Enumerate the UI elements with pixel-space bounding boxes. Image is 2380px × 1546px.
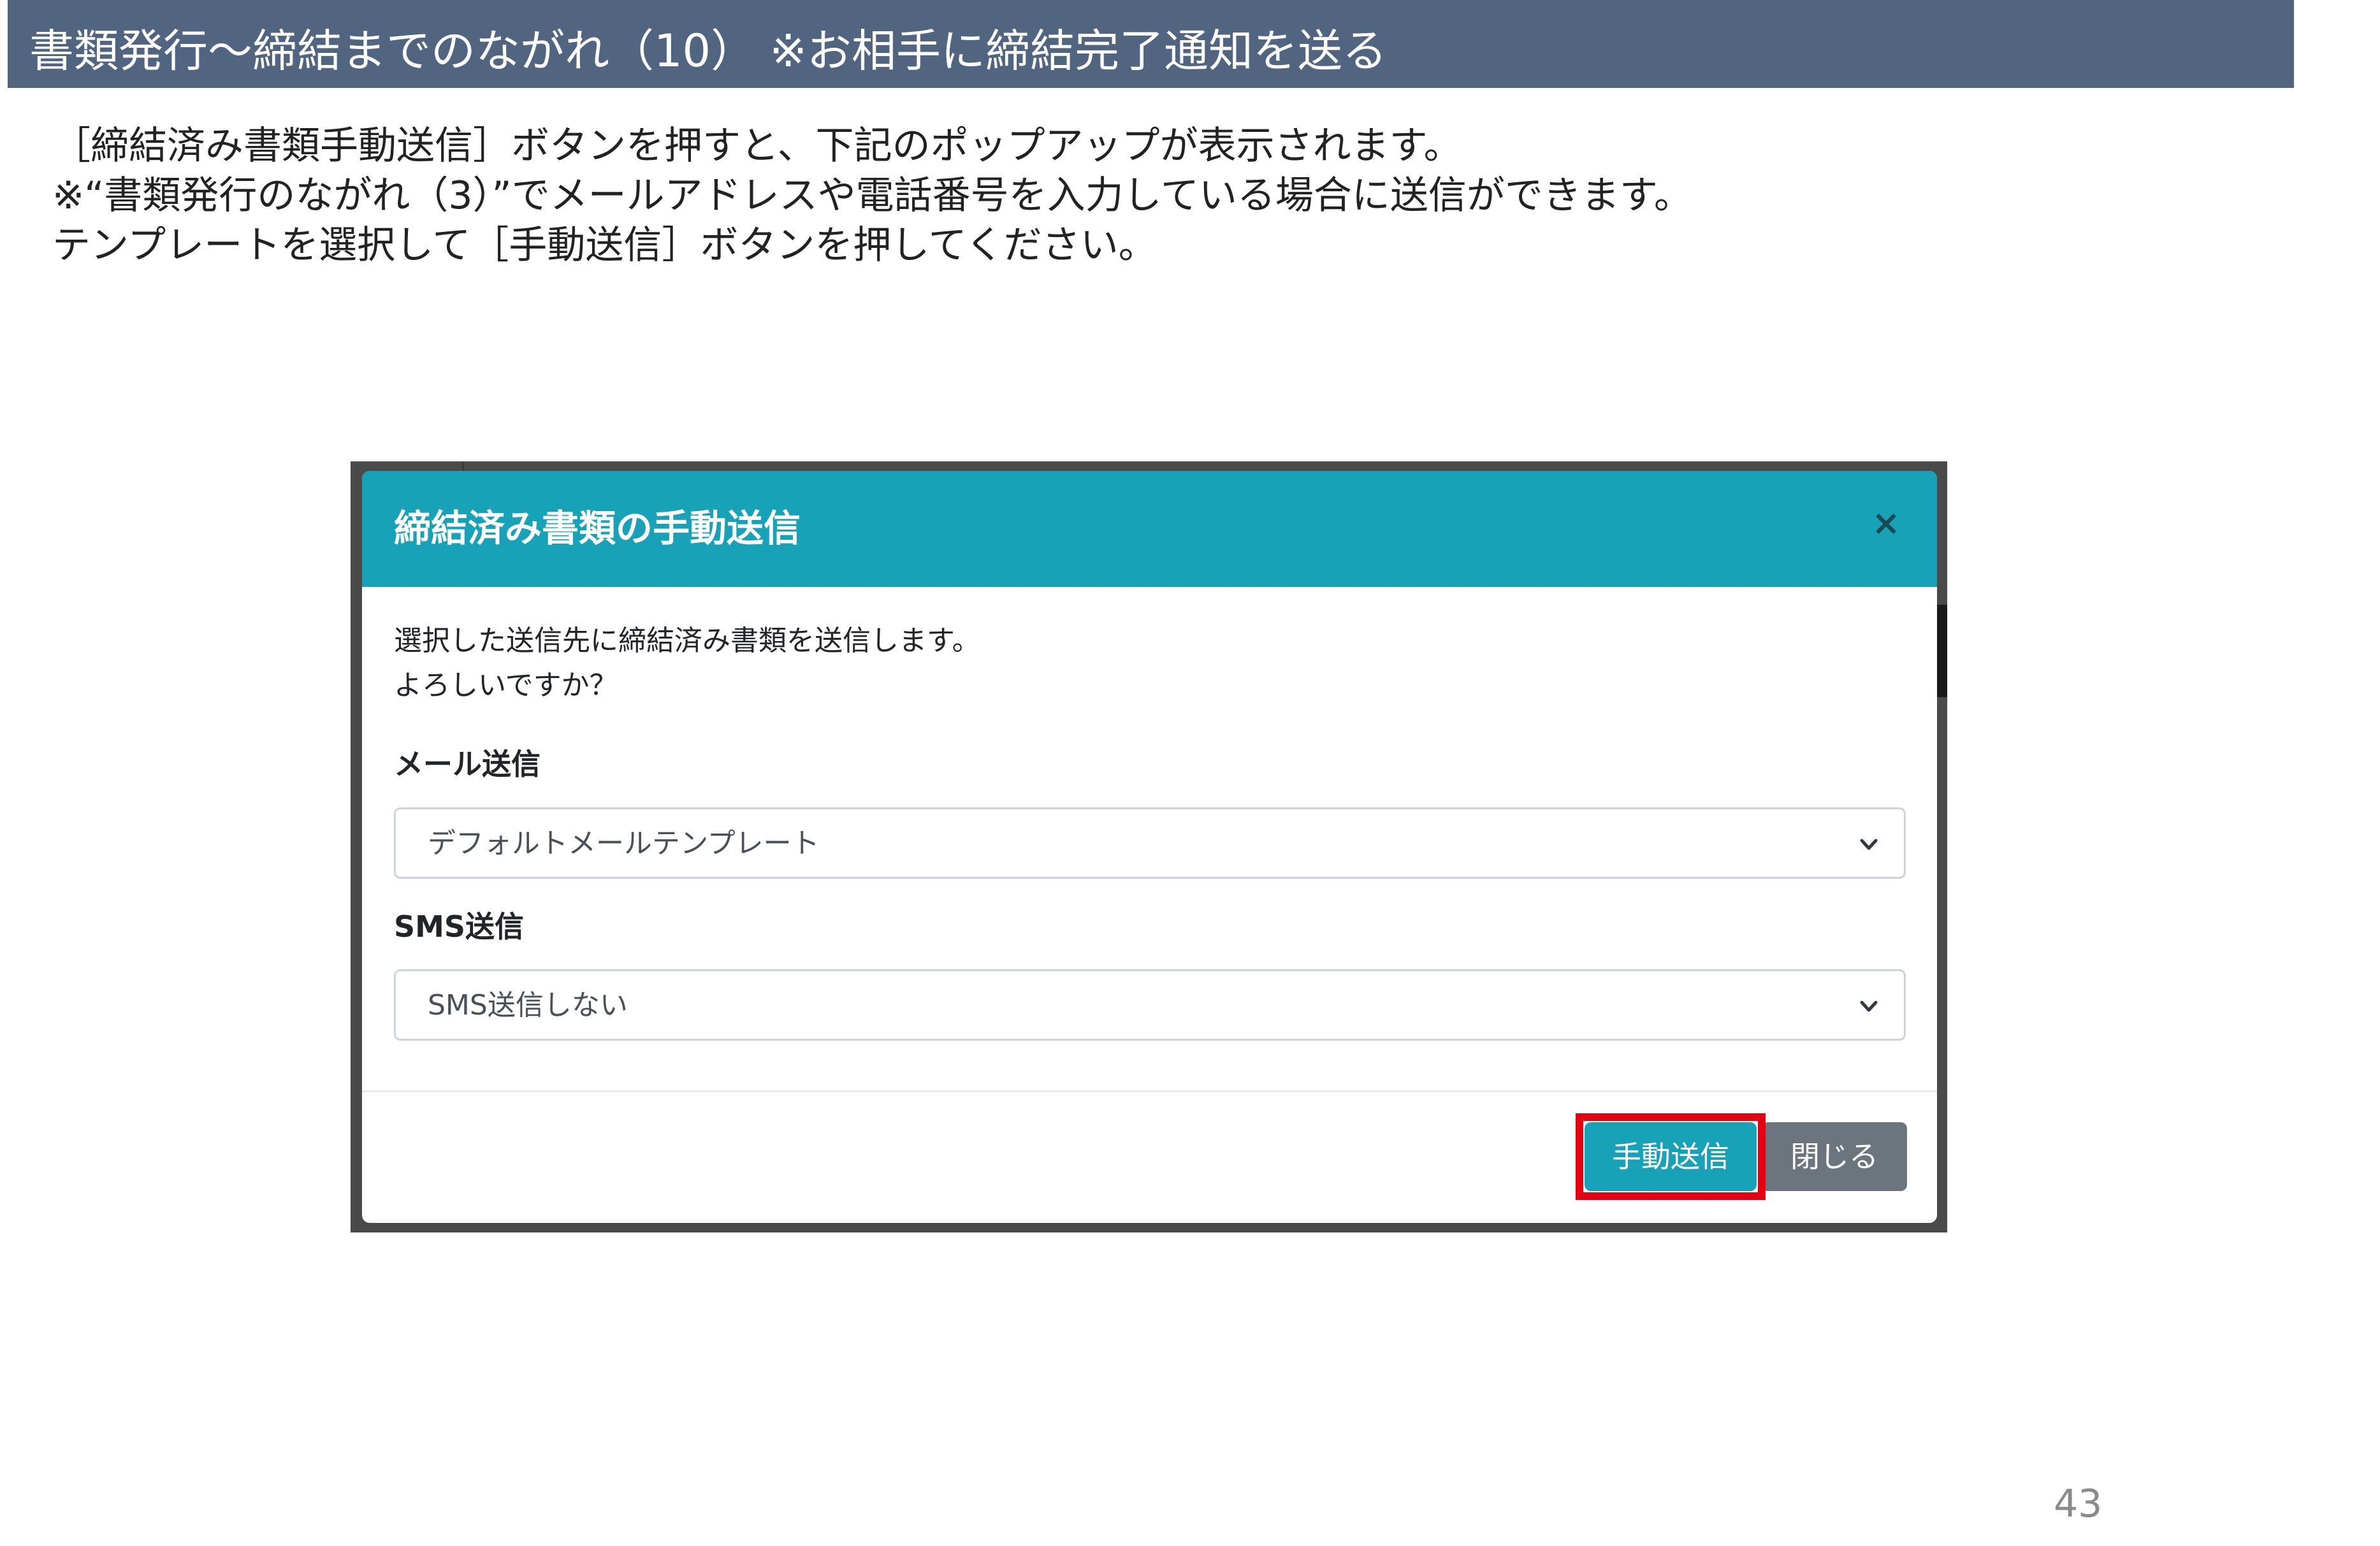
modal-footer: 手動送信 閉じる (362, 1090, 1937, 1223)
chevron-down-icon (1860, 1001, 1878, 1012)
background-strip (1937, 605, 1947, 697)
email-template-value: デフォルトメールテンプレート (428, 827, 820, 860)
modal-message: 選択した送信先に締結済み書類を送信します。 よろしいですか？ (394, 619, 980, 708)
slide-title: 書類発行～締結までのながれ（10） ※お相手に締結完了通知を送る (29, 25, 1387, 77)
slide-header: 書類発行～締結までのながれ（10） ※お相手に締結完了通知を送る (8, 0, 2294, 88)
modal-header: 締結済み書類の手動送信 × (362, 471, 1937, 587)
intro-line: ［締結済み書類手動送信］ボタンを押すと、下記のポップアップが表示されます。 (52, 124, 1462, 168)
email-template-select[interactable]: デフォルトメールテンプレート (394, 807, 1906, 879)
screenshot-frame: 締結済み書類の手動送信 × 選択した送信先に締結済み書類を送信します。 よろしい… (351, 461, 1947, 1232)
intro-line: テンプレートを選択して［手動送信］ボタンを押してください。 (52, 223, 1157, 268)
close-button[interactable]: 閉じる (1762, 1122, 1907, 1191)
sms-send-value: SMS送信しない (428, 989, 628, 1022)
intro-line: ※“書類発行のながれ（3）”でメールアドレスや電話番号を入力している場合に送信が… (52, 173, 1692, 218)
modal-title: 締結済み書類の手動送信 (394, 507, 801, 550)
close-icon[interactable]: × (1867, 504, 1905, 542)
intro-text: ［締結済み書類手動送信］ボタンを押すと、下記のポップアップが表示されます。 ※“… (52, 121, 1692, 270)
email-send-label: メール送信 (394, 747, 541, 781)
message-line: 選択した送信先に締結済み書類を送信します。 (394, 625, 980, 657)
sms-send-select[interactable]: SMS送信しない (394, 969, 1906, 1041)
background-strip (462, 461, 464, 471)
sms-send-label: SMS送信 (394, 909, 525, 944)
chevron-down-icon (1860, 839, 1878, 850)
page-number: 43 (2054, 1482, 2103, 1526)
message-line: よろしいですか？ (394, 669, 618, 702)
manual-send-button[interactable]: 手動送信 (1585, 1122, 1757, 1191)
manual-send-modal: 締結済み書類の手動送信 × 選択した送信先に締結済み書類を送信します。 よろしい… (362, 471, 1937, 1223)
